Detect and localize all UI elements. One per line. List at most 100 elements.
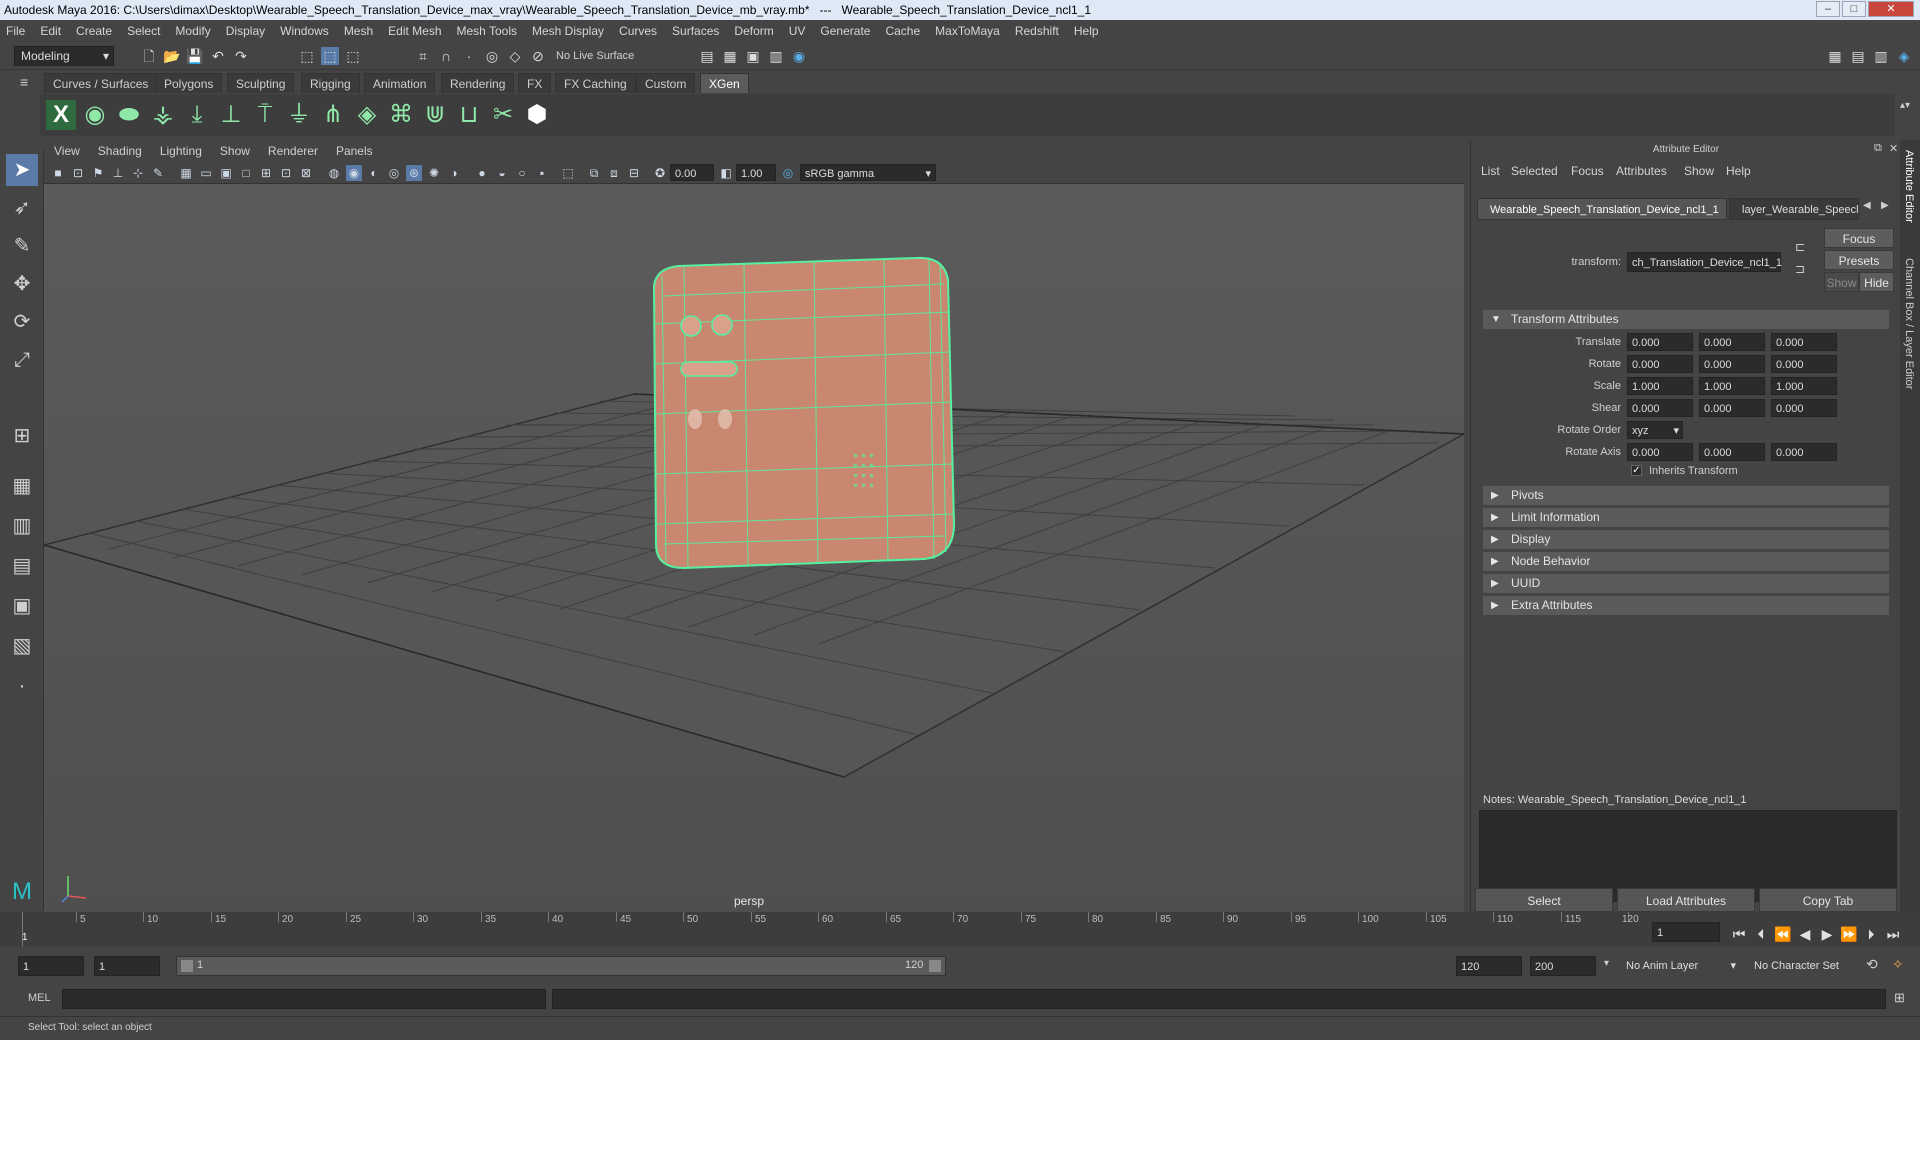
start-time-field[interactable]: 1 <box>18 956 84 976</box>
rotate-x-field[interactable]: 0.000 <box>1627 355 1693 373</box>
vp-menu-view[interactable]: View <box>54 144 80 158</box>
vp-menu-panels[interactable]: Panels <box>336 144 373 158</box>
snap-surface-icon[interactable]: ◇ <box>506 47 524 65</box>
inherits-transform-checkbox[interactable]: ✓ <box>1631 465 1642 476</box>
shelf-tab-rendering[interactable]: Rendering <box>441 73 515 93</box>
scale-x-field[interactable]: 1.000 <box>1627 377 1693 395</box>
menu-uv[interactable]: UV <box>789 24 806 38</box>
section-node-behavior[interactable]: ▶ Node Behavior <box>1483 552 1889 571</box>
menu-select[interactable]: Select <box>127 24 160 38</box>
mode-dropdown[interactable]: Modeling ▾ <box>14 46 114 66</box>
xgen-add-guide-icon[interactable]: ⤓ <box>182 100 212 130</box>
load-attributes-button[interactable]: Load Attributes <box>1617 888 1755 912</box>
outliner-icon[interactable]: ▥ <box>1872 47 1890 65</box>
menu-help[interactable]: Help <box>1074 24 1099 38</box>
presets-button[interactable]: Presets <box>1824 250 1894 270</box>
time-slider[interactable]: 1 5 10 15 20 25 30 35 40 45 50 55 60 65 … <box>0 912 1920 946</box>
vp-menu-shading[interactable]: Shading <box>98 144 142 158</box>
film-gate-icon[interactable]: ▭ <box>198 165 214 181</box>
float-icon[interactable]: ⧉ <box>1874 142 1882 155</box>
layout-two-icon[interactable]: ▤ <box>6 550 38 582</box>
menu-mesh-display[interactable]: Mesh Display <box>532 24 604 38</box>
grid-toggle-icon[interactable]: ▦ <box>178 165 194 181</box>
menu-display[interactable]: Display <box>226 24 265 38</box>
shear-z-field[interactable]: 0.000 <box>1771 399 1837 417</box>
snap-point-icon[interactable]: ∙ <box>460 47 478 65</box>
menu-deform[interactable]: Deform <box>734 24 773 38</box>
camera-attr-icon[interactable]: ⊡ <box>70 165 86 181</box>
menu-redshift[interactable]: Redshift <box>1015 24 1059 38</box>
xgen-groom-icon[interactable]: ⋓ <box>420 100 450 130</box>
hide-button[interactable]: Hide <box>1859 272 1894 292</box>
default-material-icon[interactable]: ◐ <box>366 165 382 181</box>
xgen-guides-icon[interactable]: ⚶ <box>148 100 178 130</box>
save-scene-icon[interactable]: 💾 <box>186 47 204 65</box>
select-hierarchy-icon[interactable]: ⬚ <box>298 47 316 65</box>
step-forward-frame-icon[interactable]: ⏩ <box>1840 925 1858 943</box>
xgen-hex-icon[interactable]: ⬢ <box>522 100 552 130</box>
shelf-tab-animation[interactable]: Animation <box>364 73 436 93</box>
layout-four-icon[interactable]: ▥ <box>6 510 38 542</box>
open-scene-icon[interactable]: 📂 <box>163 47 181 65</box>
shelf-tab-fx[interactable]: FX <box>518 73 552 93</box>
shelf-tab-rigging[interactable]: Rigging <box>301 73 360 93</box>
rotate-axis-x-field[interactable]: 0.000 <box>1627 443 1693 461</box>
safe-title-icon[interactable]: ⊠ <box>298 165 314 181</box>
isolate-select-icon[interactable]: ⬚ <box>560 165 576 181</box>
xgen-cut-icon[interactable]: ✂ <box>488 100 518 130</box>
snap-grid-icon[interactable]: ⌗ <box>414 47 432 65</box>
end-time-field[interactable]: 200 <box>1530 956 1596 976</box>
shelf-menu-icon[interactable]: ≡ <box>20 74 28 90</box>
undo-icon[interactable]: ↶ <box>209 47 227 65</box>
field-chart-icon[interactable]: ⊞ <box>258 165 274 181</box>
menu-generate[interactable]: Generate <box>820 24 870 38</box>
xray-active-icon[interactable]: ⧈ <box>606 165 622 181</box>
menu-windows[interactable]: Windows <box>280 24 329 38</box>
toggle-panels-icon[interactable]: ▤ <box>1849 47 1867 65</box>
playback-start-field[interactable]: 1 <box>94 956 160 976</box>
shear-y-field[interactable]: 0.000 <box>1699 399 1765 417</box>
ae-menu-list[interactable]: List <box>1481 164 1500 178</box>
shelf-tab-custom[interactable]: Custom <box>636 73 696 93</box>
close-button[interactable]: ✕ <box>1868 1 1914 17</box>
section-transform-attributes[interactable]: ▼ Transform Attributes <box>1483 310 1889 329</box>
move-tool-icon[interactable]: ✥ <box>6 268 38 300</box>
copy-tab-button[interactable]: Copy Tab <box>1759 888 1897 912</box>
exposure-field[interactable]: 0.00 <box>670 164 714 181</box>
translate-y-field[interactable]: 0.000 <box>1699 333 1765 351</box>
playback-end-field[interactable]: 120 <box>1456 956 1522 976</box>
step-forward-key-icon[interactable]: ⏵ <box>1862 925 1880 943</box>
range-handle-end[interactable] <box>929 960 941 972</box>
layout-single-icon[interactable]: ▦ <box>6 470 38 502</box>
maximize-button[interactable]: □ <box>1842 1 1866 17</box>
scale-y-field[interactable]: 1.000 <box>1699 377 1765 395</box>
node-tab-active[interactable]: Wearable_Speech_Translation_Device_ncl1_… <box>1477 198 1727 220</box>
xgen-guide-lock-icon[interactable]: ⏚ <box>284 100 314 130</box>
redo-icon[interactable]: ↷ <box>232 47 250 65</box>
make-live-icon[interactable]: ⊘ <box>529 47 547 65</box>
menu-file[interactable]: File <box>6 24 25 38</box>
tab-right-arrow-icon[interactable]: ▶ <box>1881 200 1889 211</box>
rotate-axis-z-field[interactable]: 0.000 <box>1771 443 1837 461</box>
paint-select-icon[interactable]: ✎ <box>6 230 38 262</box>
preferences-icon[interactable]: ✧ <box>1892 956 1904 973</box>
auto-key-icon[interactable]: ⟲ <box>1866 956 1878 973</box>
goto-output-icon[interactable]: ⊐ <box>1795 262 1805 276</box>
safe-action-icon[interactable]: ⊡ <box>278 165 294 181</box>
render-view-icon[interactable]: ▥ <box>767 47 785 65</box>
rotate-axis-y-field[interactable]: 0.000 <box>1699 443 1765 461</box>
xgen-comb-icon[interactable]: ⊔ <box>454 100 484 130</box>
range-slider[interactable]: 1 120 <box>176 956 946 976</box>
command-input[interactable] <box>62 989 546 1009</box>
shelf-tab-fx-caching[interactable]: FX Caching <box>555 73 636 93</box>
xgen-editor-icon[interactable]: X <box>46 100 76 130</box>
translate-x-field[interactable]: 0.000 <box>1627 333 1693 351</box>
character-set-dropdown[interactable]: No Character Set <box>1750 956 1862 976</box>
shadows-icon[interactable]: ◑ <box>446 165 462 181</box>
lasso-tool-icon[interactable]: ➶ <box>6 192 38 224</box>
xgen-hair-icon[interactable]: ⋔ <box>318 100 348 130</box>
new-scene-icon[interactable]: 🗋 <box>140 47 158 65</box>
translate-z-field[interactable]: 0.000 <box>1771 333 1837 351</box>
show-button[interactable]: Show <box>1824 272 1859 292</box>
rotate-z-field[interactable]: 0.000 <box>1771 355 1837 373</box>
